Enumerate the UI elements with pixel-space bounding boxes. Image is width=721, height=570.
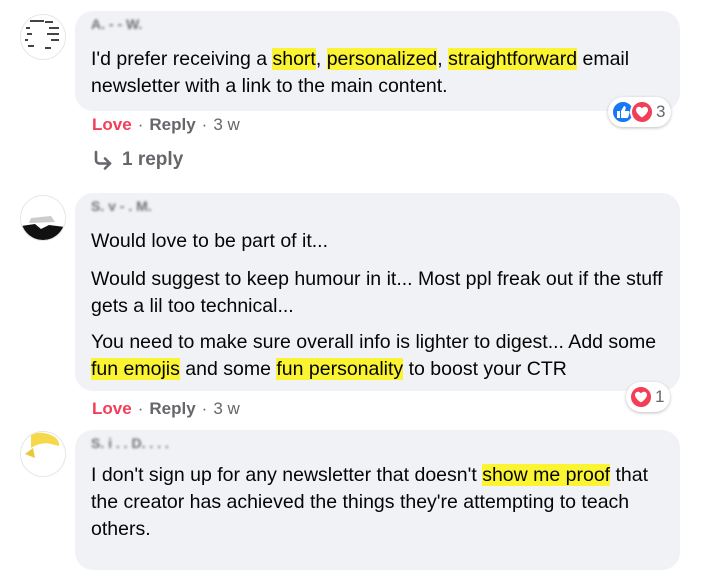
avatar-image: [21, 15, 65, 59]
highlighted-text: short: [272, 48, 316, 70]
comment-bubble: S. y - . M. Would love to be part of it.…: [75, 193, 680, 391]
comment-text: I'd prefer receiving a short, personaliz…: [91, 46, 668, 100]
avatar[interactable]: [20, 195, 66, 241]
text-run: I don't sign up for any newsletter that …: [91, 464, 483, 486]
text-run: I'd prefer receiving a: [91, 48, 273, 70]
reaction-summary[interactable]: 3: [608, 97, 672, 127]
text-run: ,: [315, 48, 327, 70]
comment-author[interactable]: S. j . . D. . . .: [91, 438, 169, 448]
comment-text: I don't sign up for any newsletter that …: [91, 462, 668, 543]
reply-arrow-icon: [94, 150, 112, 170]
reply-action[interactable]: Reply: [149, 399, 195, 419]
text-run: ,: [437, 48, 449, 70]
comment-actions: Love · Reply · 3 w: [92, 399, 240, 419]
comment-timestamp[interactable]: 3 w: [213, 399, 239, 419]
highlighted-text: fun personality: [276, 358, 404, 380]
avatar[interactable]: [20, 431, 66, 477]
love-action[interactable]: Love: [92, 115, 132, 135]
text-run: and some: [179, 358, 277, 380]
highlighted-text: show me proof: [482, 464, 611, 486]
love-icon: [629, 385, 653, 409]
text-run: You need to make sure overall info is li…: [91, 331, 657, 353]
comment-text: Would love to be part of it...: [91, 228, 668, 255]
reaction-count: 1: [655, 387, 665, 406]
text-run: to boost your CTR: [403, 358, 567, 380]
separator: ·: [201, 399, 208, 418]
text-run: Would suggest to keep humour in it... Mo…: [91, 268, 663, 317]
text-run: Would love to be part of it...: [91, 230, 329, 252]
comment-author[interactable]: S. y - . M.: [91, 201, 152, 211]
comment-author[interactable]: A. - - W.: [91, 19, 142, 29]
reaction-count: 3: [656, 102, 666, 121]
reply-action[interactable]: Reply: [149, 115, 195, 135]
comment-text: You need to make sure overall info is li…: [91, 329, 668, 383]
replies-count-label: 1 reply: [122, 149, 184, 170]
comment-bubble: S. j . . D. . . . I don't sign up for an…: [75, 430, 680, 570]
avatar-image: [21, 196, 65, 240]
comment-timestamp[interactable]: 3 w: [213, 115, 239, 135]
avatar[interactable]: [20, 14, 66, 60]
separator: ·: [201, 115, 208, 134]
comment-actions: Love · Reply · 3 w: [92, 115, 240, 135]
highlighted-text: straightforward: [448, 48, 578, 70]
separator: ·: [137, 115, 144, 134]
view-replies-link[interactable]: 1 reply: [92, 149, 183, 171]
comment-bubble: A. - - W. I'd prefer receiving a short, …: [75, 11, 680, 111]
reaction-summary[interactable]: 1: [626, 382, 671, 412]
avatar-image: [21, 432, 65, 476]
separator: ·: [137, 399, 144, 418]
comment-text: Would suggest to keep humour in it... Mo…: [91, 266, 668, 320]
highlighted-text: personalized: [326, 48, 438, 70]
love-icon: [630, 100, 654, 124]
highlighted-text: fun emojis: [91, 358, 180, 380]
love-action[interactable]: Love: [92, 399, 132, 419]
